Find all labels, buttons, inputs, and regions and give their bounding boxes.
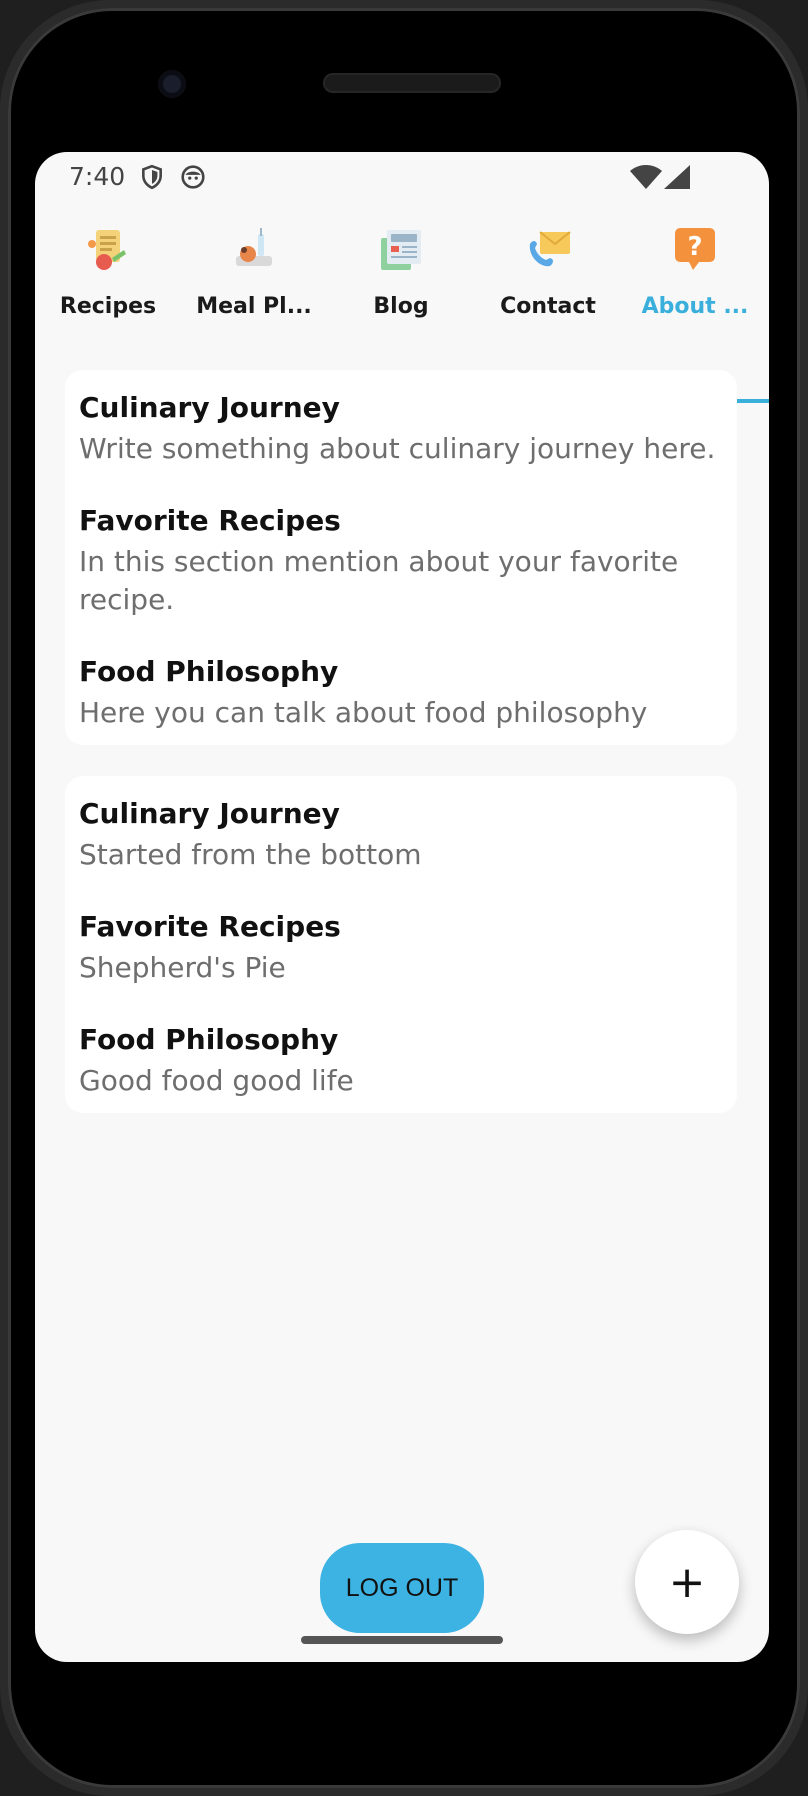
home-indicator[interactable] — [301, 1636, 503, 1644]
item-title: Food Philosophy — [79, 1023, 339, 1056]
about-item-food-philosophy: Food Philosophy Here you can talk about … — [79, 654, 723, 732]
front-camera — [158, 70, 186, 98]
plus-icon: + — [668, 1556, 706, 1608]
about-card: Culinary Journey Write something about c… — [65, 370, 737, 745]
earpiece-speaker — [323, 73, 501, 93]
tab-label: Blog — [373, 294, 429, 319]
about-item-favorite-recipes: Favorite Recipes Shepherd's Pie — [79, 909, 723, 987]
tab-bar: Recipes Meal Pl... Blog Contact ? About … — [35, 216, 769, 403]
tab-label: Recipes — [59, 294, 157, 319]
add-fab-button[interactable]: + — [635, 1530, 739, 1634]
item-title: Favorite Recipes — [79, 504, 341, 537]
contact-icon — [529, 231, 571, 267]
tab-label: Meal Pl... — [196, 294, 312, 319]
status-time: 7:40 — [69, 162, 126, 191]
app-screen: 7:40 Recipes Meal Pl... Blog Contact ? A… — [35, 152, 769, 1662]
about-item-favorite-recipes: Favorite Recipes In this section mention… — [79, 503, 723, 619]
tab-label: Contact — [500, 294, 596, 319]
recipes-icon — [88, 230, 126, 270]
tab-about[interactable]: ? About ... — [622, 216, 768, 338]
tab-meal-plan[interactable]: Meal Pl... — [181, 216, 327, 338]
logout-button[interactable]: LOG OUT — [320, 1543, 484, 1633]
wifi-icon — [630, 165, 662, 189]
item-title: Food Philosophy — [79, 655, 339, 688]
item-text: Started from the bottom — [79, 838, 422, 871]
item-text: In this section mention about your favor… — [79, 545, 679, 616]
cellular-signal-icon — [664, 165, 690, 189]
svg-text:?: ? — [687, 232, 702, 262]
about-item-culinary-journey: Culinary Journey Started from the bottom — [79, 796, 723, 874]
tab-contact[interactable]: Contact — [475, 216, 621, 338]
about-question-icon: ? — [675, 228, 715, 270]
about-item-food-philosophy: Food Philosophy Good food good life — [79, 1022, 723, 1100]
about-card: Culinary Journey Started from the bottom… — [65, 776, 737, 1113]
item-title: Culinary Journey — [79, 797, 340, 830]
about-item-culinary-journey: Culinary Journey Write something about c… — [79, 390, 723, 468]
item-text: Write something about culinary journey h… — [79, 432, 716, 465]
face-icon — [181, 165, 205, 189]
shield-icon — [142, 164, 162, 190]
status-bar: 7:40 — [35, 152, 769, 202]
phone-frame: 7:40 Recipes Meal Pl... Blog Contact ? A… — [0, 0, 808, 1796]
item-title: Culinary Journey — [79, 391, 340, 424]
item-text: Here you can talk about food philosophy — [79, 696, 648, 729]
item-text: Shepherd's Pie — [79, 951, 286, 984]
item-title: Favorite Recipes — [79, 910, 341, 943]
tab-label: About ... — [641, 294, 749, 319]
tab-blog[interactable]: Blog — [328, 216, 474, 338]
blog-icon — [381, 230, 421, 270]
tab-recipes[interactable]: Recipes — [35, 216, 181, 338]
item-text: Good food good life — [79, 1064, 354, 1097]
meal-plan-icon — [236, 228, 272, 266]
